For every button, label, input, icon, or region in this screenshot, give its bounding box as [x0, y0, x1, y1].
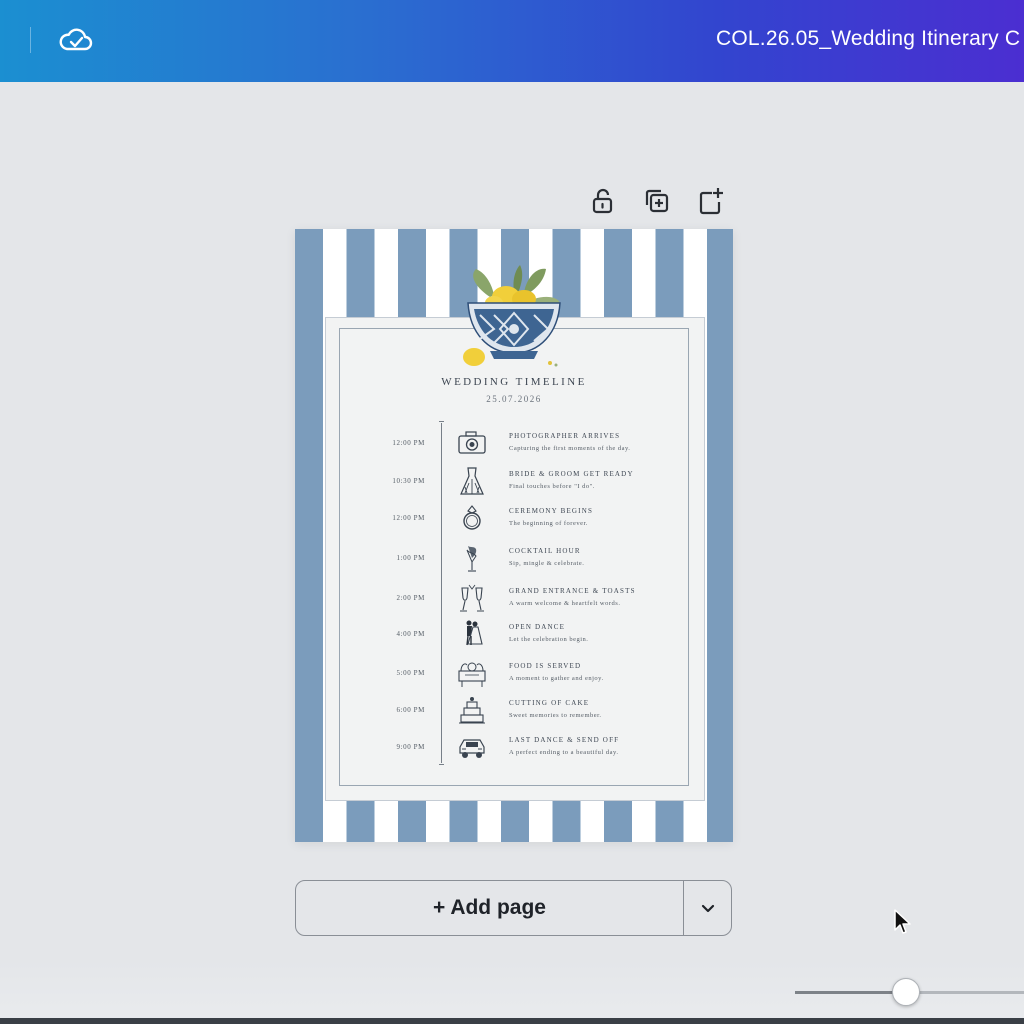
champagne-glasses-icon[interactable] [455, 582, 489, 614]
timeline-heading[interactable]: WEDDING TIMELINE [295, 376, 733, 388]
add-page-button[interactable]: + Add page [296, 881, 683, 935]
event-title[interactable]: PHOTOGRAPHER ARRIVES [509, 432, 620, 440]
event-title[interactable]: CEREMONY BEGINS [509, 507, 593, 515]
event-title[interactable]: LAST DANCE & SEND OFF [509, 736, 619, 744]
event-title[interactable]: BRIDE & GROOM GET READY [509, 470, 634, 478]
event-title[interactable]: FOOD IS SERVED [509, 662, 581, 670]
add-page-label: + Add page [433, 896, 546, 919]
duplicate-page-icon[interactable] [642, 186, 672, 216]
timeline-row[interactable]: 9:00 PM LAST DANCE & SEND OFF A perfect en… [295, 736, 733, 773]
zoom-slider-fill [795, 991, 908, 994]
design-page[interactable]: WEDDING TIMELINE 25.07.2026 12:00 PM PHOT… [295, 229, 733, 842]
document-title[interactable]: COL.26.05_Wedding Itinerary C [716, 27, 1020, 51]
camera-icon[interactable] [455, 427, 489, 459]
event-description[interactable]: A moment to gather and enjoy. [509, 675, 604, 682]
event-description[interactable]: Let the celebration begin. [509, 636, 588, 643]
toolbar-divider [30, 27, 31, 53]
mouse-cursor-icon [894, 909, 911, 934]
event-title[interactable]: GRAND ENTRANCE & TOASTS [509, 587, 636, 595]
lemon-bowl-illustration[interactable] [460, 259, 568, 371]
event-description[interactable]: Final touches before "I do". [509, 483, 595, 490]
event-title[interactable]: OPEN DANCE [509, 623, 565, 631]
event-time[interactable]: 5:00 PM [355, 669, 425, 677]
event-time[interactable]: 12:00 PM [355, 439, 425, 447]
timeline-row[interactable]: 2:00 PM GRAND ENTRANCE & TOASTS A warm wel… [295, 584, 733, 624]
timeline-row[interactable]: 5:00 PM FOOD IS SERVED A moment to gather … [295, 662, 733, 699]
add-page-dropdown-button[interactable] [684, 881, 732, 935]
timeline-row[interactable]: 4:00 PM OPEN DANCE Let the celebration beg… [295, 620, 733, 660]
getaway-car-icon[interactable] [455, 731, 489, 763]
event-description[interactable]: Sweet memories to remember. [509, 712, 602, 719]
wedding-dress-icon[interactable] [455, 465, 489, 497]
event-description[interactable]: A warm welcome & heartfelt words. [509, 600, 620, 607]
event-time[interactable]: 10:30 PM [355, 477, 425, 485]
add-page-control: + Add page [295, 880, 732, 936]
event-title[interactable]: CUTTING OF CAKE [509, 699, 589, 707]
timeline-row[interactable]: 1:00 PM COCKTAIL HOUR Sip, mingle & celebr… [295, 546, 733, 584]
window-bottom-edge [0, 1018, 1024, 1024]
event-time[interactable]: 1:00 PM [355, 554, 425, 562]
event-description[interactable]: Capturing the first moments of the day. [509, 445, 630, 452]
dinner-table-icon[interactable] [455, 657, 489, 689]
top-bar: COL.26.05_Wedding Itinerary C [0, 0, 1024, 82]
timeline-row[interactable]: 12:00 PM PHOTOGRAPHER ARRIVES Capturing th… [295, 431, 733, 469]
ring-icon[interactable] [455, 502, 489, 534]
event-description[interactable]: A perfect ending to a beautiful day. [509, 749, 618, 756]
zoom-slider-thumb[interactable] [892, 978, 920, 1006]
cloud-check-icon[interactable] [58, 22, 94, 58]
event-description[interactable]: Sip, mingle & celebrate. [509, 560, 584, 567]
event-title[interactable]: COCKTAIL HOUR [509, 547, 581, 555]
chevron-down-icon [701, 904, 715, 913]
timeline-row[interactable]: 10:30 PM BRIDE & GROOM GET READY Final tou… [295, 467, 733, 507]
wedding-cake-icon[interactable] [455, 694, 489, 726]
event-description[interactable]: The beginning of forever. [509, 520, 588, 527]
wedding-date[interactable]: 25.07.2026 [295, 394, 733, 404]
dancing-couple-icon[interactable] [455, 618, 489, 650]
event-time[interactable]: 12:00 PM [355, 514, 425, 522]
event-time[interactable]: 2:00 PM [355, 594, 425, 602]
page-toolbar [588, 186, 728, 216]
add-page-icon[interactable] [696, 186, 726, 216]
event-time[interactable]: 6:00 PM [355, 706, 425, 714]
timeline-row[interactable]: 12:00 PM CEREMONY BEGINS The beginning of … [295, 505, 733, 544]
timeline-row[interactable]: 6:00 PM CUTTING OF CAKE Sweet memories to … [295, 697, 733, 736]
event-time[interactable]: 9:00 PM [355, 743, 425, 751]
unlock-icon[interactable] [588, 186, 618, 216]
cocktail-icon[interactable] [455, 542, 489, 574]
event-time[interactable]: 4:00 PM [355, 630, 425, 638]
